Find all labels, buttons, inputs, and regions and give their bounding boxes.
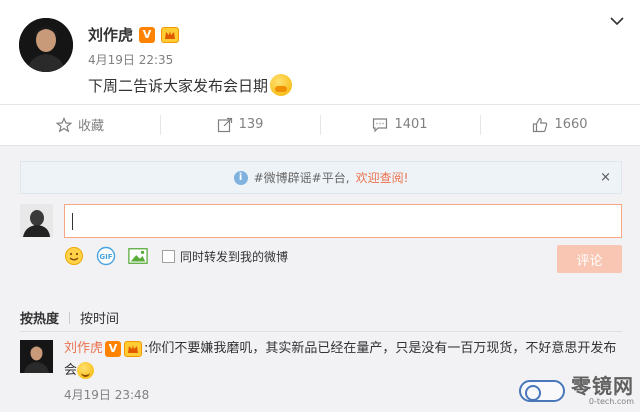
author-name[interactable]: 刘作虎 (88, 24, 133, 45)
comment-button[interactable]: 1401 (320, 105, 480, 144)
repost-button[interactable]: 139 (160, 105, 320, 144)
like-count: 1660 (554, 117, 588, 132)
info-icon: i (233, 170, 248, 185)
gif-icon[interactable]: GIF (96, 246, 116, 266)
submit-comment-button[interactable]: 评论 (557, 245, 622, 273)
tab-sort-hot[interactable]: 按热度 (20, 308, 59, 327)
sync-repost-option[interactable]: 同时转发到我的微博 (162, 248, 288, 265)
comment-icon (373, 117, 388, 132)
divider (20, 331, 622, 332)
post-text: 下周二告诉大家发布会日期 (88, 76, 269, 95)
site-logo-icon (519, 379, 565, 402)
current-user-avatar[interactable] (20, 204, 53, 237)
smile-emoji-icon (77, 362, 95, 379)
divider (69, 311, 71, 324)
thumbs-up-icon (533, 117, 548, 132)
like-button[interactable]: 1660 (480, 105, 640, 144)
star-icon (55, 116, 72, 132)
verified-icon: V (139, 26, 156, 43)
verified-icon: V (105, 340, 122, 357)
comment-time: 4月19日 23:48 (64, 388, 150, 402)
comment-author-avatar[interactable] (20, 340, 53, 373)
post-content: 下周二告诉大家发布会日期 (88, 74, 293, 96)
favorite-label: 收藏 (77, 119, 104, 134)
post-time[interactable]: 4月19日 22:35 (88, 51, 173, 68)
emoji-icon[interactable] (64, 246, 84, 266)
sync-repost-label: 同时转发到我的微博 (180, 249, 289, 264)
image-icon[interactable] (128, 246, 148, 266)
watermark-en: 0-tech.com (588, 397, 634, 406)
repost-icon (217, 117, 232, 132)
rumor-notice-banner: i #微博辟谣#平台, 欢迎查阅! × (20, 161, 622, 194)
notice-text[interactable]: #微博辟谣#平台, (254, 169, 350, 186)
watermark-cn: 零镜网 (571, 374, 634, 398)
close-icon[interactable]: × (600, 170, 611, 185)
comment-author-badges: V (105, 340, 143, 357)
tab-sort-time[interactable]: 按时间 (80, 308, 119, 327)
comments-section: i #微博辟谣#平台, 欢迎查阅! × GIF 同时转发到我的微博 评论 按热度 (0, 145, 640, 412)
vip-member-icon[interactable] (161, 26, 180, 43)
sort-tabs: 按热度 按时间 (20, 308, 119, 327)
text-caret (72, 213, 73, 230)
comment-text: :你们不要嫌我磨叽，其实新品已经在量产，只是没有一百万现货，不好意思开发布会 (64, 341, 617, 378)
author-avatar[interactable] (19, 18, 73, 72)
weibo-post: 刘作虎 V 4月19日 22:35 下周二告诉大家发布会日期 (0, 0, 640, 104)
site-watermark: 零镜网 0-tech.com (519, 375, 634, 406)
vip-member-icon[interactable] (124, 340, 143, 357)
repost-count: 139 (238, 117, 264, 132)
thinking-emoji-icon (270, 74, 293, 96)
chevron-down-icon[interactable] (610, 14, 624, 30)
favorite-button[interactable]: 收藏 (0, 105, 160, 144)
svg-text:GIF: GIF (99, 253, 112, 261)
comment-author-name[interactable]: 刘作虎 (64, 341, 103, 356)
post-action-bar: 收藏 139 1401 1660 (0, 104, 640, 144)
comment-count: 1401 (394, 117, 428, 132)
watermark-text: 零镜网 0-tech.com (571, 375, 634, 406)
notice-link[interactable]: 欢迎查阅! (356, 169, 409, 186)
comment-input[interactable] (64, 204, 622, 238)
comment-toolbar: GIF 同时转发到我的微博 (64, 246, 288, 266)
sync-repost-checkbox[interactable] (162, 249, 175, 263)
